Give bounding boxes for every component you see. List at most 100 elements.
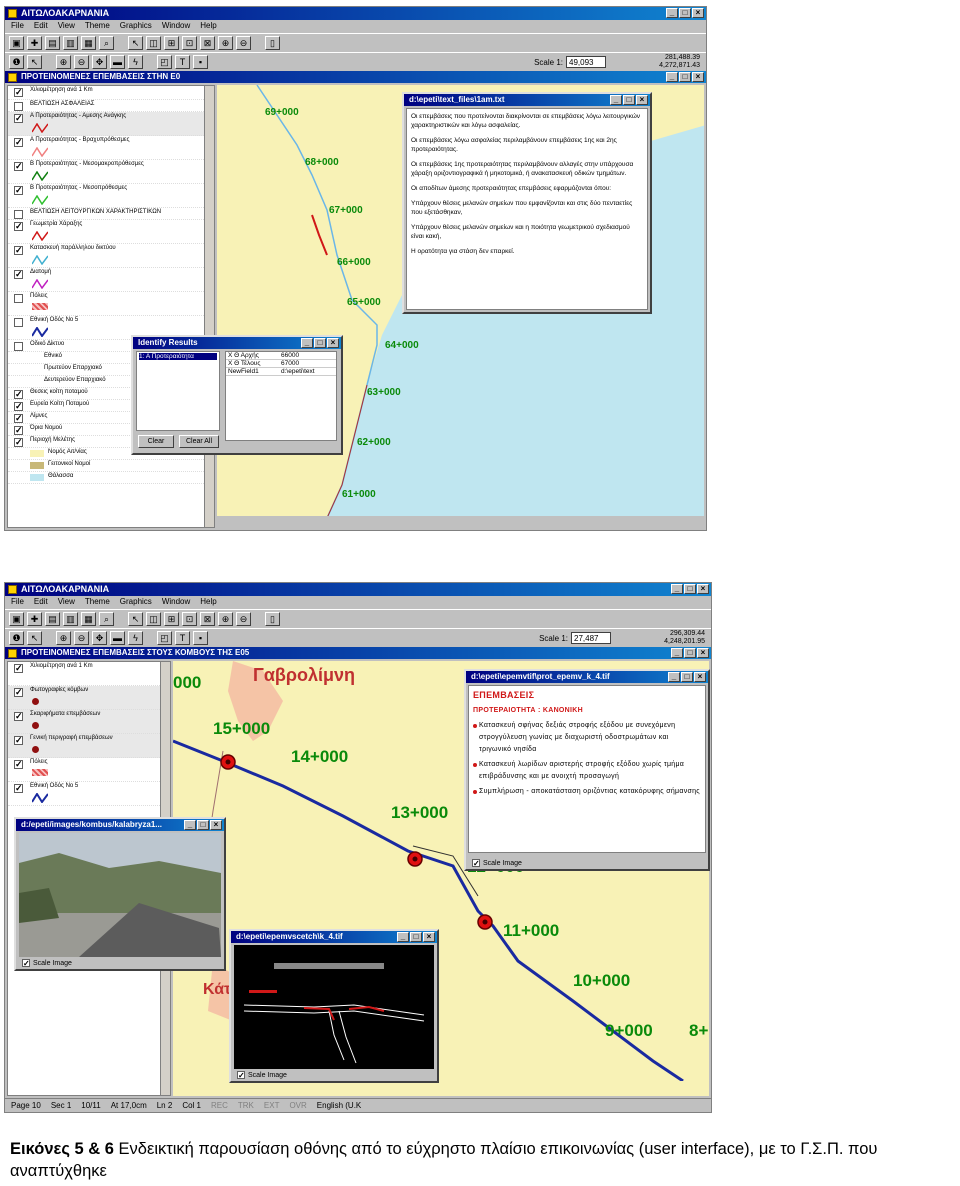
- menu-help[interactable]: Help: [200, 596, 216, 608]
- legend-checkbox[interactable]: ✓: [14, 114, 23, 123]
- legend-checkbox[interactable]: ✓: [14, 712, 23, 721]
- scale-image-checkbox[interactable]: ✓: [472, 859, 480, 868]
- legend-checkbox[interactable]: ✓: [14, 138, 23, 147]
- legend-checkbox[interactable]: ✓: [14, 88, 23, 97]
- legend-item[interactable]: ✓ Β Προτεραιότητας - Μεσομακροπρόθεσμες: [8, 160, 214, 184]
- zoom-out-icon[interactable]: ⊖: [236, 611, 251, 626]
- scale-input[interactable]: [571, 632, 611, 644]
- menu-window[interactable]: Window: [162, 20, 190, 32]
- hotlink-icon[interactable]: ϟ: [128, 54, 143, 69]
- legend-checkbox[interactable]: ✓: [14, 186, 23, 195]
- menu-theme[interactable]: Theme: [85, 20, 110, 32]
- legend-checkbox[interactable]: ✓: [14, 760, 23, 769]
- hotlink-icon[interactable]: ϟ: [128, 630, 143, 645]
- measure-icon[interactable]: ▬: [110, 630, 125, 645]
- find-icon[interactable]: ⌕: [99, 611, 114, 626]
- maximize-button[interactable]: □: [684, 584, 696, 594]
- menu-file[interactable]: File: [11, 596, 24, 608]
- legend-item[interactable]: ✓ Α Προτεραιότητας - Βραχυπρόθεσμες: [8, 136, 214, 160]
- scale-image-option[interactable]: ✓ Scale Image: [22, 959, 72, 968]
- pointer-icon[interactable]: ↖: [128, 35, 143, 50]
- pointer-icon[interactable]: ↖: [128, 611, 143, 626]
- zoom-full-icon[interactable]: ⊞: [164, 35, 179, 50]
- legend-item[interactable]: ✓ Πόλεις: [8, 758, 170, 782]
- view-minimize-button[interactable]: _: [666, 72, 678, 82]
- legend-checkbox[interactable]: ✓: [14, 736, 23, 745]
- table-icon[interactable]: ▦: [81, 35, 96, 50]
- zoom-active-icon[interactable]: ⊡: [182, 611, 197, 626]
- legend-checkbox[interactable]: [14, 342, 23, 351]
- legend-item[interactable]: ✓ Γεωμετρία Χάραξης: [8, 220, 214, 244]
- legend-item[interactable]: ✓ Εθνική Οδός Νο 5: [8, 782, 170, 806]
- theme-props-icon[interactable]: ▤: [45, 35, 60, 50]
- legend-checkbox[interactable]: [14, 294, 23, 303]
- menu-edit[interactable]: Edit: [34, 596, 48, 608]
- pan-icon[interactable]: ✥: [92, 630, 107, 645]
- scale-image-checkbox[interactable]: ✓: [237, 1071, 245, 1080]
- clear-button[interactable]: Clear: [138, 435, 174, 448]
- measure-icon[interactable]: ▬: [110, 54, 125, 69]
- zoom-in-tool-icon[interactable]: ⊕: [56, 630, 71, 645]
- legend-checkbox[interactable]: ✓: [14, 390, 23, 399]
- draw-tool-icon[interactable]: ▪: [193, 54, 208, 69]
- legend-item[interactable]: ΒΕΛΤΙΩΣΗ ΑΣΦΑΛΕΙΑΣ: [8, 100, 214, 112]
- save-icon[interactable]: ▣: [9, 35, 24, 50]
- zoom-in-icon[interactable]: ⊕: [218, 611, 233, 626]
- zoom-out-tool-icon[interactable]: ⊖: [74, 54, 89, 69]
- theme-props-icon[interactable]: ▤: [45, 611, 60, 626]
- scale-image-option[interactable]: ✓ Scale Image: [472, 859, 522, 868]
- menu-window[interactable]: Window: [162, 596, 190, 608]
- view-maximize-button[interactable]: □: [679, 72, 691, 82]
- legend-item[interactable]: Πόλεις: [8, 292, 214, 316]
- zoom-selected-icon[interactable]: ⊠: [200, 611, 215, 626]
- legend-item[interactable]: ΒΕΛΤΙΩΣΗ ΛΕΙΤΟΥΡΓΙΚΩΝ ΧΑΡΑΚΤΗΡΙΣΤΙΚΩΝ: [8, 208, 214, 220]
- view-maximize-button[interactable]: □: [684, 648, 696, 658]
- label-tool-icon[interactable]: ◰: [157, 630, 172, 645]
- maximize-button[interactable]: □: [679, 8, 691, 18]
- close-button[interactable]: ×: [210, 820, 222, 830]
- identify-icon[interactable]: ❶: [9, 630, 24, 645]
- view-minimize-button[interactable]: _: [671, 648, 683, 658]
- legend-checkbox[interactable]: ✓: [14, 664, 23, 673]
- clear-all-button[interactable]: Clear All: [179, 435, 219, 448]
- menu-theme[interactable]: Theme: [85, 596, 110, 608]
- zoom-out-icon[interactable]: ⊖: [236, 35, 251, 50]
- legend-checkbox[interactable]: ✓: [14, 270, 23, 279]
- legend-item[interactable]: ✓ Φωτογραφίες κόμβων: [8, 686, 170, 710]
- legend-checkbox[interactable]: ✓: [14, 246, 23, 255]
- arrow-icon[interactable]: ↖: [27, 54, 42, 69]
- help-icon[interactable]: ▯: [265, 611, 280, 626]
- close-button[interactable]: ×: [692, 8, 704, 18]
- minimize-button[interactable]: _: [184, 820, 196, 830]
- legend-item[interactable]: ✓ Κατασκευή παράλληλου δικτύου: [8, 244, 214, 268]
- menu-help[interactable]: Help: [200, 20, 216, 32]
- legend-checkbox[interactable]: ✓: [14, 162, 23, 171]
- zoom-out-tool-icon[interactable]: ⊖: [74, 630, 89, 645]
- zoom-in-tool-icon[interactable]: ⊕: [56, 54, 71, 69]
- zoom-selected-icon[interactable]: ⊠: [200, 35, 215, 50]
- legend-checkbox[interactable]: [14, 210, 23, 219]
- close-button[interactable]: ×: [327, 338, 339, 348]
- legend-item[interactable]: ✓ Γενική περιγραφή επεμβάσεων: [8, 734, 170, 758]
- legend-checkbox[interactable]: [14, 102, 23, 111]
- identify-list[interactable]: 1: Α Προτεραιότητα: [136, 351, 220, 431]
- table-icon[interactable]: ▦: [81, 611, 96, 626]
- menu-file[interactable]: File: [11, 20, 24, 32]
- close-button[interactable]: ×: [697, 584, 709, 594]
- text-tool-icon[interactable]: T: [175, 54, 190, 69]
- minimize-button[interactable]: _: [671, 584, 683, 594]
- legend-item[interactable]: ✓ Χιλιομέτρηση ανά 1 Km: [8, 662, 170, 686]
- select-icon[interactable]: ◫: [146, 611, 161, 626]
- minimize-button[interactable]: _: [397, 932, 409, 942]
- find-icon[interactable]: ⌕: [99, 35, 114, 50]
- zoom-active-icon[interactable]: ⊡: [182, 35, 197, 50]
- legend-scrollbar[interactable]: [204, 86, 214, 527]
- add-theme-icon[interactable]: ✚: [27, 35, 42, 50]
- maximize-button[interactable]: □: [681, 672, 693, 682]
- legend-item[interactable]: ✓ Σκαριφήματα επεμβάσεων: [8, 710, 170, 734]
- legend-icon[interactable]: ▥: [63, 35, 78, 50]
- label-tool-icon[interactable]: ◰: [157, 54, 172, 69]
- menu-view[interactable]: View: [58, 20, 75, 32]
- close-button[interactable]: ×: [423, 932, 435, 942]
- minimize-button[interactable]: _: [610, 95, 622, 105]
